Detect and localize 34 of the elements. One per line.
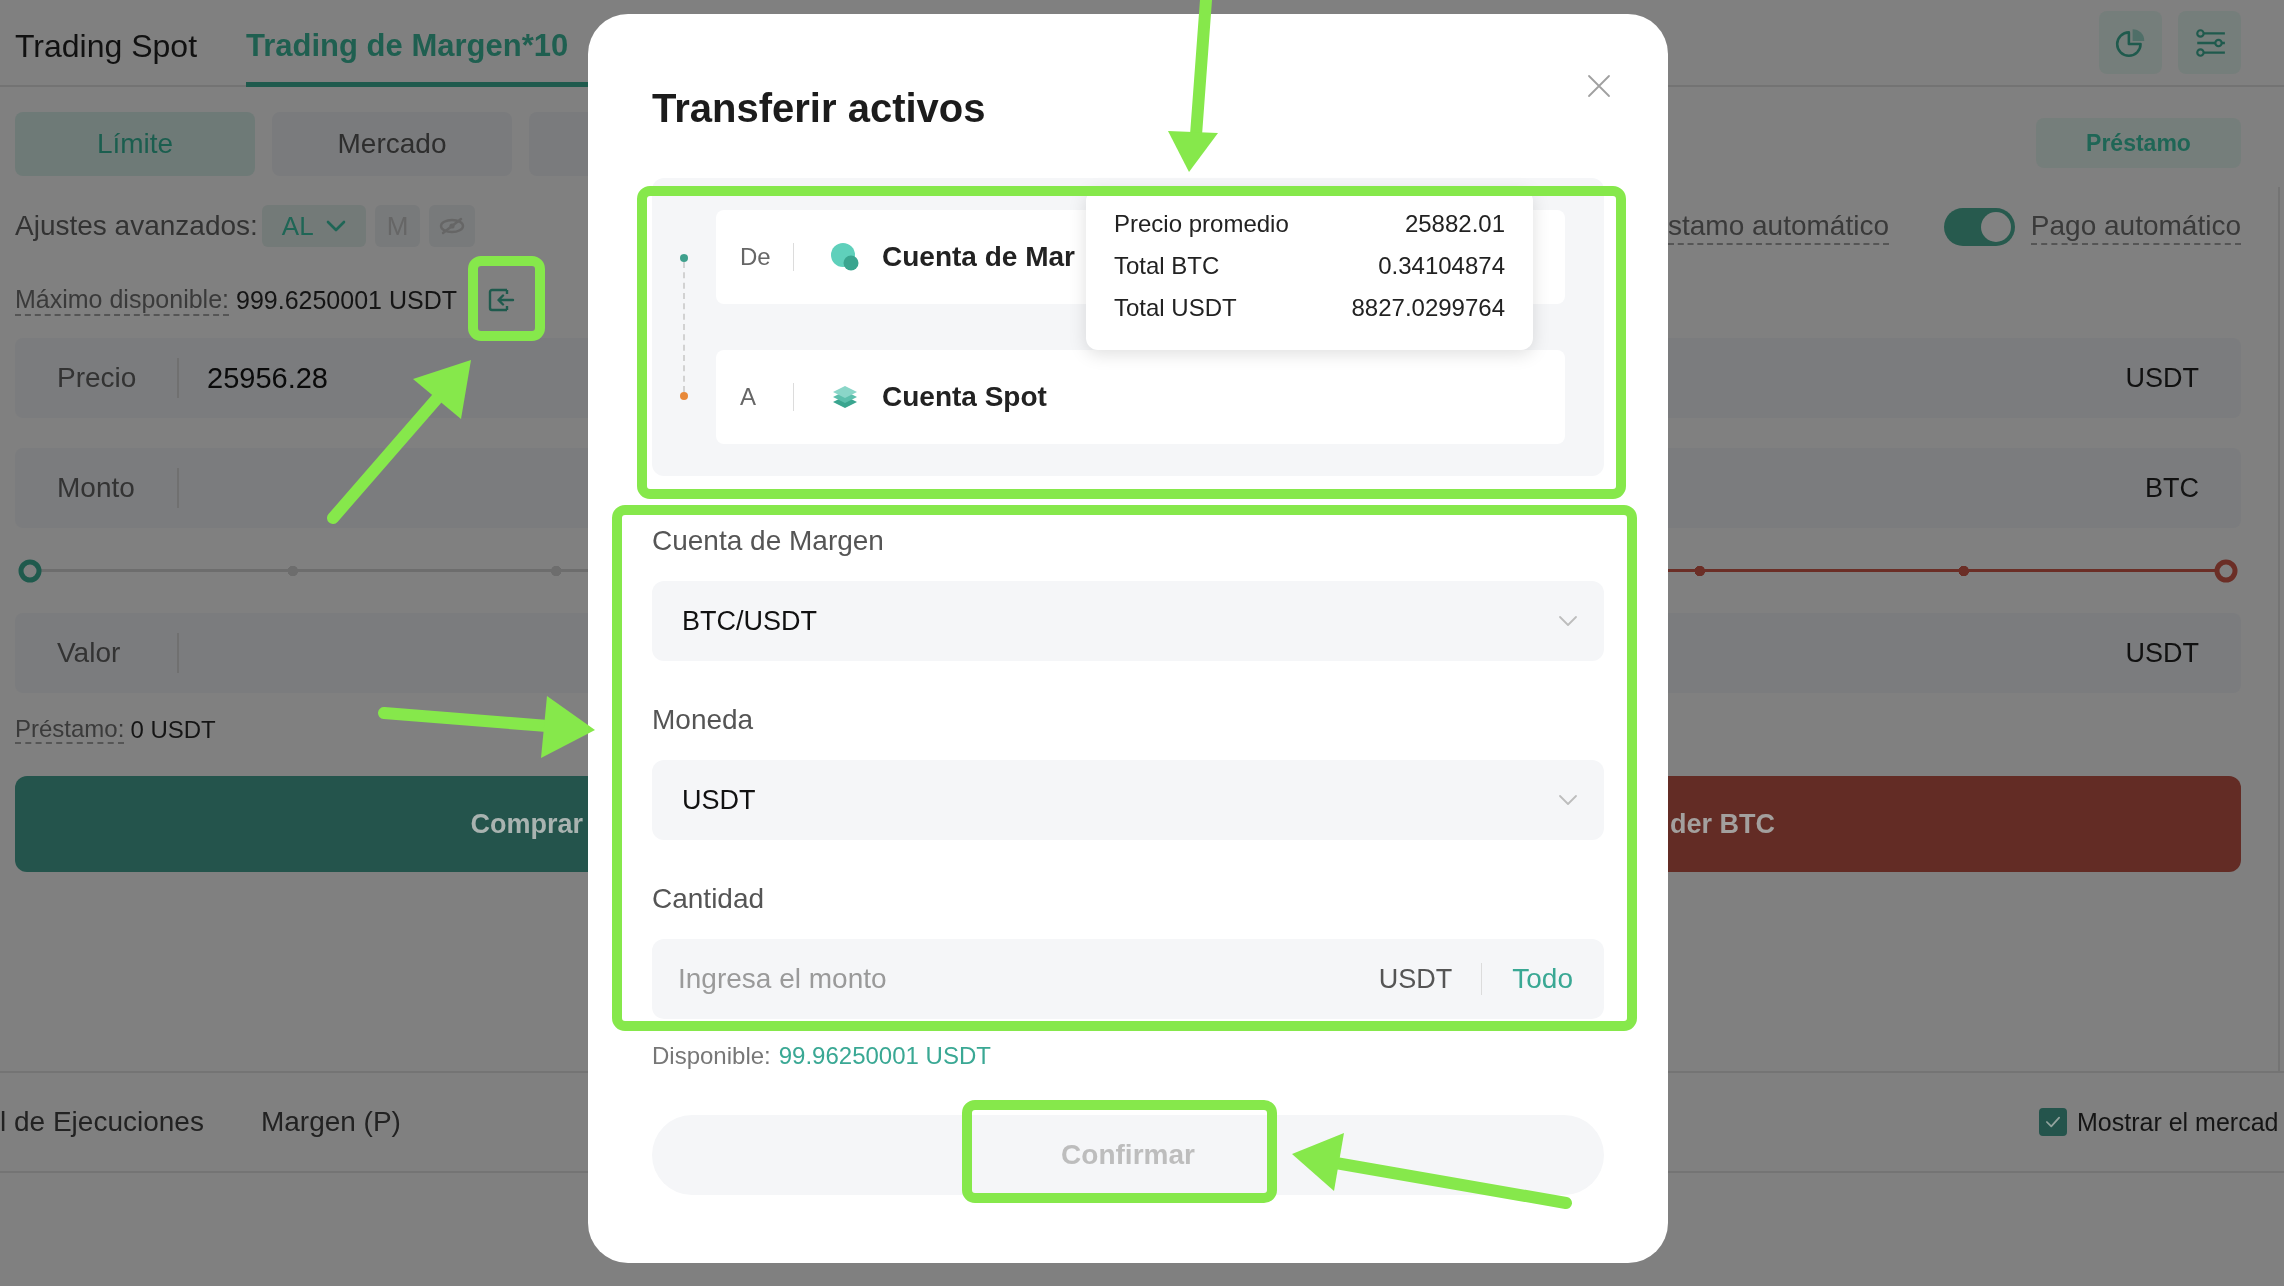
tooltip-label: Total BTC: [1114, 252, 1220, 280]
account-name: Cuenta de Mar: [882, 241, 1075, 273]
field-label: Cuenta de Margen: [652, 525, 884, 557]
unit-label: BTC: [2145, 472, 2199, 504]
max-available-label: Máximo disponible:: [15, 284, 229, 316]
field-label: Moneda: [652, 704, 754, 736]
field-label: Monto: [56, 472, 136, 504]
account-name: Cuenta Spot: [882, 381, 1047, 413]
available-value: 99.96250001 USDT: [778, 1041, 991, 1071]
role-label: De: [740, 243, 772, 271]
select-value: USDT: [682, 784, 756, 816]
role-label: A: [740, 383, 757, 411]
unit-label: USDT: [2125, 362, 2199, 394]
auto-repay-label: Pago automático: [2030, 209, 2241, 245]
field-label: Precio: [56, 362, 138, 394]
tooltip-value: 25882.01: [1404, 210, 1505, 238]
advanced-settings-label: Ajustes avanzados:: [15, 210, 258, 242]
tooltip-label: Total USDT: [1114, 294, 1237, 322]
tooltip-value: 8827.0299764: [1351, 294, 1505, 322]
unit-label: USDT: [2125, 637, 2199, 669]
select-value: BTC/USDT: [682, 605, 817, 637]
tooltip-label: Precio promedio: [1114, 210, 1289, 238]
available-label: Disponible:: [652, 1041, 771, 1071]
unit-label: USDT: [1378, 963, 1453, 995]
dialog-title: Transferir activos: [652, 85, 986, 132]
field-label: Valor: [56, 637, 122, 669]
max-available-value: 999.6250001 USDT: [236, 285, 457, 315]
field-value: 25956.28: [207, 361, 328, 395]
loan-value: 0 USDT: [130, 716, 216, 744]
show-market-label: Mostrar el mercad: [2077, 1107, 2279, 1137]
field-label: Cantidad: [652, 883, 765, 915]
tooltip-value: 0.34104874: [1378, 252, 1505, 280]
auto-loan-label: stamo automático: [1668, 209, 1889, 245]
loan-label: Préstamo:: [15, 716, 125, 744]
